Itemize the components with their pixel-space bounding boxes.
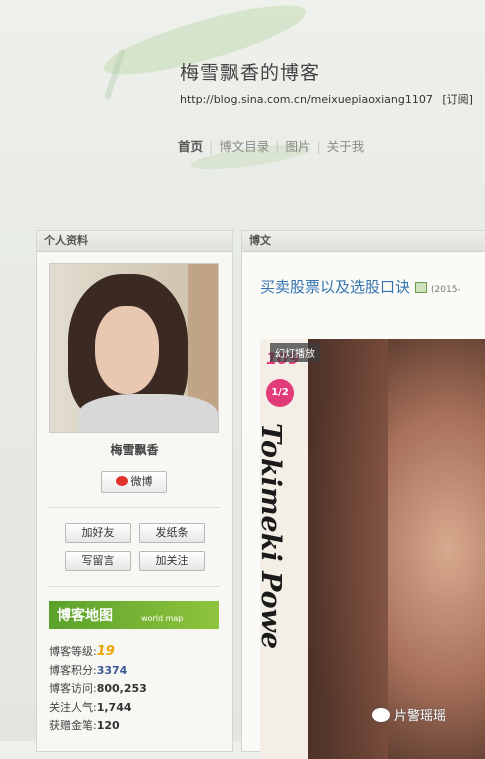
blog-url-line: http://blog.sina.com.cn/meixuepiaoxiang1… [180, 91, 473, 107]
weibo-button[interactable]: 微博 [101, 471, 167, 493]
stat-level: 博客等级:19 [49, 644, 115, 659]
nav-article-list[interactable]: 博文目录 [219, 136, 269, 155]
nav-separator: | [275, 139, 280, 154]
wechat-icon [372, 708, 390, 722]
subscribe-link[interactable]: [订阅] [442, 93, 473, 106]
blog-map-subtitle: world map [141, 614, 184, 623]
post-title[interactable]: 买卖股票以及选股口诀 [260, 278, 410, 296]
cover-badge: 1/2 [266, 379, 294, 407]
blog-url[interactable]: http://blog.sina.com.cn/meixuepiaoxiang1… [180, 93, 433, 106]
blog-stats: 博客等级:19 博客积分:3374 博客访问:800,253 关注人气:1,74… [49, 643, 147, 736]
wechat-watermark: 片警瑶瑶 [372, 705, 446, 724]
weibo-icon [115, 476, 128, 486]
cover-hair [308, 339, 388, 759]
posts-panel: 博文 买卖股票以及选股口诀 (2015- 109 1/2 Tokimeki Pow… [241, 230, 485, 759]
posts-panel-title: 博文 [242, 231, 485, 252]
level-badge[interactable]: 19 [97, 644, 115, 659]
author-name[interactable]: 梅雪飘香 [37, 441, 232, 458]
avatar[interactable] [49, 263, 219, 433]
blog-map-title: 博客地图 [57, 608, 113, 624]
profile-panel: 个人资料 梅雪飘香 微博 加好友 发纸条 写留言 加关注 博客地图 world … [36, 230, 233, 752]
blog-map-banner[interactable]: 博客地图 world map [49, 601, 219, 629]
stat-gold-pens: 获赠金笔:120 [49, 719, 120, 732]
stat-followers: 关注人气:1,744 [49, 700, 132, 714]
nav-home[interactable]: 首页 [178, 136, 203, 155]
image-icon [415, 282, 428, 293]
points-value[interactable]: 3374 [97, 664, 128, 677]
divider [49, 586, 219, 587]
post-date: (2015- [431, 285, 461, 295]
add-friend-button[interactable]: 加好友 [65, 523, 131, 543]
slideshow-button[interactable]: 幻灯播放 [270, 343, 320, 362]
divider [49, 507, 219, 508]
cover-vertical-title: Tokimeki Powe [260, 423, 286, 650]
post-image[interactable]: 109 1/2 Tokimeki Powe 幻灯播放 [260, 339, 485, 759]
stat-points: 博客积分:3374 [49, 663, 128, 677]
nav-pictures[interactable]: 图片 [285, 136, 310, 155]
send-note-button[interactable]: 发纸条 [139, 523, 205, 543]
weibo-button-label: 微博 [130, 475, 153, 488]
profile-panel-title: 个人资料 [37, 231, 232, 252]
main-nav: 首页 | 博文目录 | 图片 | 关于我 [178, 136, 364, 155]
nav-separator: | [209, 139, 214, 154]
nav-separator: | [316, 139, 321, 154]
nav-about[interactable]: 关于我 [327, 136, 365, 155]
post-title-line: 买卖股票以及选股口诀 (2015- [260, 276, 461, 297]
avatar-shoulder [78, 394, 218, 432]
leave-message-button[interactable]: 写留言 [65, 551, 131, 571]
avatar-face [95, 306, 159, 394]
follow-button[interactable]: 加关注 [139, 551, 205, 571]
blog-title[interactable]: 梅雪飘香的博客 [180, 58, 320, 85]
stat-visits: 博客访问:800,253 [49, 682, 147, 695]
